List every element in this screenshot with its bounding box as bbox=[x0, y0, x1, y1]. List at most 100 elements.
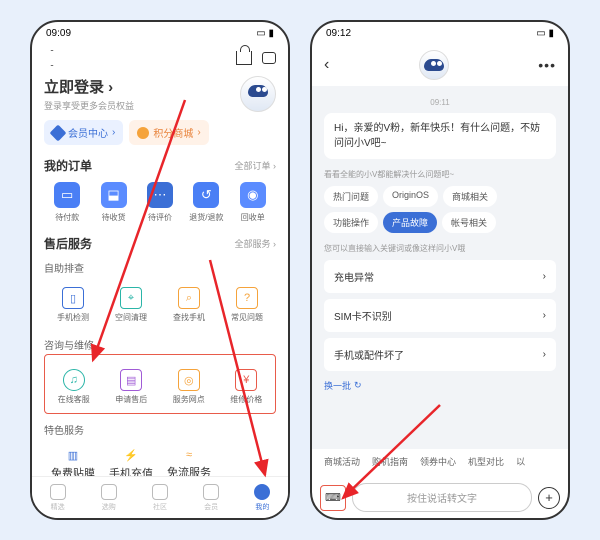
pill-member[interactable]: 会员中心 › bbox=[44, 120, 123, 145]
tag-row[interactable]: 商城活动 购机指南 领券中心 机型对比 以 bbox=[312, 449, 568, 474]
phone-detect[interactable]: ▯手机检测 bbox=[44, 281, 102, 329]
group2-grid: ♫在线客服 ▤申请售后 ◎服务网点 ¥维修价格 bbox=[45, 363, 275, 411]
chip-fault[interactable]: 产品故障 bbox=[383, 212, 437, 233]
phone-left: 09:09 ▭ ▮ 立即登录 › 登录享受更多会员权益 会员中心 › 积分商城 … bbox=[30, 20, 290, 520]
item-charging[interactable]: 充电异常› bbox=[324, 260, 556, 293]
chip-account[interactable]: 帐号相关 bbox=[442, 212, 496, 233]
content-right: ‹ ••• 09:11 Hi，亲爱的V粉，新年快乐！有什么问题，不妨问问小V吧~… bbox=[312, 44, 568, 518]
message-icon[interactable] bbox=[262, 52, 276, 64]
topbar bbox=[44, 44, 276, 72]
group1-title: 自助排查 bbox=[44, 260, 276, 275]
refund-icon: ↺ bbox=[193, 182, 219, 208]
status-time: 09:09 bbox=[46, 28, 71, 39]
mine-icon bbox=[254, 484, 270, 500]
order-pending-pay[interactable]: ▭待付款 bbox=[44, 182, 90, 223]
nav-community[interactable]: 社区 bbox=[152, 484, 168, 512]
online-service[interactable]: ♫在线客服 bbox=[45, 363, 103, 411]
back-button[interactable]: ‹ bbox=[324, 56, 329, 74]
orders-title: 我的订单 bbox=[44, 157, 92, 174]
price-icon: ¥ bbox=[235, 369, 257, 391]
section-orders: 我的订单 全部订单 › ▭待付款 ⬓待收货 ⋯待评价 ↺退货/退款 ◉回收单 bbox=[44, 157, 276, 223]
find-phone[interactable]: ⌕查找手机 bbox=[160, 281, 218, 329]
chip-hot[interactable]: 热门问题 bbox=[324, 186, 378, 207]
settings-hex-icon[interactable] bbox=[44, 50, 60, 66]
bot-avatar bbox=[419, 50, 449, 80]
coin-icon bbox=[137, 127, 149, 139]
faq[interactable]: ?常见问题 bbox=[218, 281, 276, 329]
form-icon: ▤ bbox=[120, 369, 142, 391]
diamond-icon bbox=[50, 124, 67, 141]
member-icon bbox=[203, 484, 219, 500]
question-icon: ? bbox=[236, 287, 258, 309]
phone-icon: ▯ bbox=[62, 287, 84, 309]
input-bar: ⌨ 按住说话转文字 + bbox=[320, 483, 560, 512]
item-sim[interactable]: SIM卡不识别› bbox=[324, 299, 556, 332]
status-bar: 09:09 ▭ ▮ bbox=[32, 22, 288, 44]
more-button[interactable]: ••• bbox=[538, 57, 556, 73]
pill-row: 会员中心 › 积分商城 › bbox=[44, 120, 276, 145]
orders-more[interactable]: 全部订单 › bbox=[234, 159, 276, 172]
headset-icon: ♫ bbox=[63, 369, 85, 391]
location-icon: ◎ bbox=[178, 369, 200, 391]
nav-member[interactable]: 会员 bbox=[203, 484, 219, 512]
refresh-button[interactable]: 换一批 ↻ bbox=[324, 379, 556, 392]
order-pending-review[interactable]: ⋯待评价 bbox=[137, 182, 183, 223]
box-icon: ⬓ bbox=[101, 182, 127, 208]
tag-guide[interactable]: 购机指南 bbox=[372, 455, 408, 468]
login-title: 立即登录 › bbox=[44, 76, 134, 97]
nav-shop[interactable]: 选购 bbox=[101, 484, 117, 512]
chevron-right-icon: › bbox=[543, 349, 546, 360]
tag-compare[interactable]: 机型对比 bbox=[468, 455, 504, 468]
tag-coupon[interactable]: 领券中心 bbox=[420, 455, 456, 468]
status-right: ▭ ▮ bbox=[256, 28, 274, 39]
heart-icon bbox=[50, 484, 66, 500]
chip-mall[interactable]: 商城相关 bbox=[443, 186, 497, 207]
bag-icon bbox=[101, 484, 117, 500]
chat-body: 09:11 Hi，亲爱的V粉，新年快乐！有什么问题，不妨问问小V吧~ 看看全能的… bbox=[312, 86, 568, 466]
voice-input[interactable]: 按住说话转文字 bbox=[352, 483, 532, 512]
login-row[interactable]: 立即登录 › 登录享受更多会员权益 bbox=[44, 76, 276, 112]
greeting-bubble: Hi，亲爱的V粉，新年快乐！有什么问题，不妨问问小V吧~ bbox=[324, 113, 556, 159]
data-icon: ≈ bbox=[186, 449, 192, 461]
order-recycle[interactable]: ◉回收单 bbox=[230, 182, 276, 223]
search-icon: ⌕ bbox=[178, 287, 200, 309]
wallet-icon: ▭ bbox=[54, 182, 80, 208]
tag-more[interactable]: 以 bbox=[516, 455, 525, 468]
film-icon: ▥ bbox=[68, 449, 78, 462]
status-bar-r: 09:12 ▭ ▮ bbox=[312, 22, 568, 44]
chip-function[interactable]: 功能操作 bbox=[324, 212, 378, 233]
tag-promo[interactable]: 商城活动 bbox=[324, 455, 360, 468]
apply-aftersale[interactable]: ▤申请售后 bbox=[103, 363, 161, 411]
chip-row: 热门问题 OriginOS 商城相关 功能操作 产品故障 帐号相关 bbox=[324, 186, 556, 233]
nav-featured[interactable]: 精选 bbox=[50, 484, 66, 512]
cart-icon[interactable] bbox=[236, 51, 252, 65]
timestamp: 09:11 bbox=[324, 98, 556, 107]
service-point[interactable]: ◎服务网点 bbox=[160, 363, 218, 411]
aftersale-title: 售后服务 bbox=[44, 235, 92, 252]
chat-icon: ⋯ bbox=[147, 182, 173, 208]
space-clean[interactable]: ⌖空间清理 bbox=[102, 281, 160, 329]
avatar[interactable] bbox=[240, 76, 276, 112]
pill-points[interactable]: 积分商城 › bbox=[129, 120, 208, 145]
chat-header: ‹ ••• bbox=[324, 44, 556, 86]
repair-price[interactable]: ¥维修价格 bbox=[218, 363, 276, 411]
keyboard-button[interactable]: ⌨ bbox=[320, 485, 346, 511]
chevron-right-icon: › bbox=[543, 310, 546, 321]
aftersale-more[interactable]: 全部服务 › bbox=[234, 237, 276, 250]
recycle-icon: ◉ bbox=[240, 182, 266, 208]
chevron-right-icon: › bbox=[543, 271, 546, 282]
status-right-r: ▭ ▮ bbox=[536, 28, 554, 39]
item-broken[interactable]: 手机或配件坏了› bbox=[324, 338, 556, 371]
group1-grid: ▯手机检测 ⌖空间清理 ⌕查找手机 ?常见问题 bbox=[44, 281, 276, 329]
orders-grid: ▭待付款 ⬓待收货 ⋯待评价 ↺退货/退款 ◉回收单 bbox=[44, 182, 276, 223]
status-time-r: 09:12 bbox=[326, 28, 351, 39]
highlight-box: ♫在线客服 ▤申请售后 ◎服务网点 ¥维修价格 bbox=[44, 354, 276, 414]
order-pending-receive[interactable]: ⬓待收货 bbox=[90, 182, 136, 223]
nav-mine[interactable]: 我的 bbox=[254, 484, 270, 512]
order-refund[interactable]: ↺退货/退款 bbox=[183, 182, 229, 223]
hint-1: 看看全能的小V都能解决什么问题吧~ bbox=[324, 169, 556, 180]
plus-button[interactable]: + bbox=[538, 487, 560, 509]
clean-icon: ⌖ bbox=[120, 287, 142, 309]
chip-originos[interactable]: OriginOS bbox=[383, 186, 438, 207]
recharge-icon: ⚡ bbox=[124, 449, 138, 462]
